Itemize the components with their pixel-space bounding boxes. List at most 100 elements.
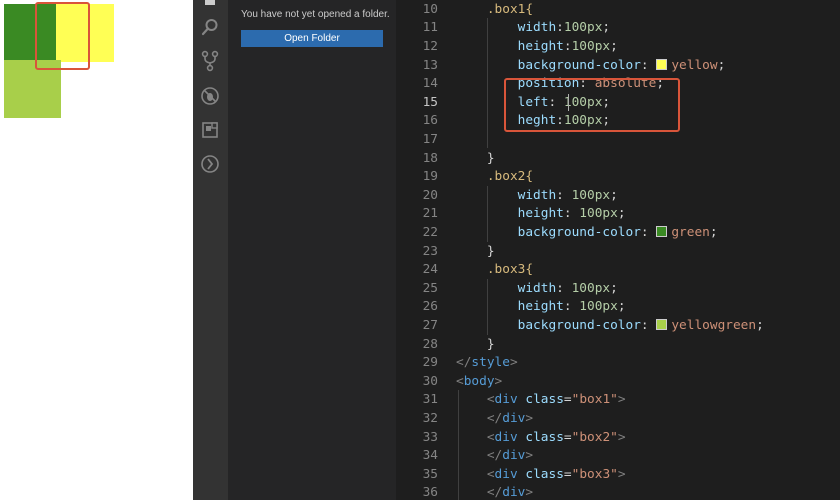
line-number: 15: [422, 94, 438, 110]
css-selector: .box2{: [486, 169, 534, 185]
line-number: 16: [422, 113, 438, 129]
line-code: height: 100px;: [456, 205, 626, 224]
html-tag: div: [494, 392, 518, 408]
indent-guide: [487, 186, 488, 242]
html-attribute-value: "box2": [571, 429, 618, 445]
closing-brace: }: [486, 336, 495, 352]
tag-bracket: </: [486, 448, 503, 464]
line-code: width:100px;: [456, 19, 611, 38]
code-punctuation: ;: [709, 224, 718, 240]
code-line: 32 </div>: [396, 410, 840, 429]
color-swatch[interactable]: [656, 225, 668, 237]
line-code: <div class="box2">: [456, 429, 626, 448]
line-code: }: [456, 243, 495, 262]
explorer-sidebar: You have not yet opened a folder. Open F…: [228, 0, 396, 500]
line-number: 19: [422, 169, 438, 185]
css-selector: .box3{: [486, 262, 534, 278]
tag-bracket: </: [486, 410, 503, 426]
search-icon[interactable]: [199, 16, 221, 38]
color-swatch[interactable]: [656, 58, 668, 70]
tag-bracket: >: [525, 410, 534, 426]
code-line: 23 }: [396, 243, 840, 262]
html-tag: style: [471, 355, 510, 371]
tag-bracket: <: [486, 429, 495, 445]
html-tag: body: [463, 373, 495, 389]
line-number: 18: [422, 150, 438, 166]
remote-icon[interactable]: [199, 153, 221, 175]
line-code: .box1{: [456, 1, 533, 20]
indent-guide: [458, 390, 459, 500]
line-code: </div>: [456, 410, 533, 429]
code-line: 30 <body>: [396, 373, 840, 392]
code-line: 21 height: 100px;: [396, 205, 840, 224]
code-punctuation: =: [563, 392, 572, 408]
code-punctuation: :: [640, 57, 657, 73]
browser-preview: [0, 0, 193, 500]
code-line: 20 width: 100px;: [396, 187, 840, 206]
line-number: 27: [422, 317, 438, 333]
code-punctuation: :: [556, 187, 572, 203]
code-line: 26 height: 100px;: [396, 298, 840, 317]
code-line: 13 background-color: yellow;: [396, 57, 840, 76]
html-attribute-value: "box1": [571, 392, 618, 408]
line-code: </div>: [456, 447, 533, 466]
css-number: 100px: [579, 299, 618, 315]
line-code: <body>: [456, 373, 502, 392]
css-number: 100px: [571, 187, 611, 203]
code-editor[interactable]: 10 .box1{ 11 width:100px; 12 height:100px;…: [396, 0, 840, 500]
line-number: 14: [422, 76, 438, 92]
color-swatch[interactable]: [656, 318, 668, 330]
line-number: 26: [422, 299, 438, 315]
code-line: 12 height:100px;: [396, 38, 840, 57]
html-attribute: class: [525, 392, 564, 408]
line-code: background-color: green;: [456, 224, 718, 243]
code-punctuation: :: [640, 224, 657, 240]
line-number: 28: [422, 336, 438, 352]
line-number: 32: [422, 410, 438, 426]
code-punctuation: :: [563, 299, 580, 315]
css-number: 100px: [563, 20, 603, 36]
line-code: </style>: [456, 354, 518, 373]
code-punctuation: =: [563, 466, 572, 482]
line-number: 33: [422, 429, 438, 445]
line-number: 29: [422, 355, 438, 371]
code-line: 31 <div class="box1">: [396, 391, 840, 410]
css-property: width: [517, 187, 557, 203]
line-code: width: 100px;: [456, 280, 618, 299]
html-tag: div: [494, 429, 518, 445]
css-property: width: [517, 20, 557, 36]
closing-brace: }: [486, 150, 495, 166]
line-number: 22: [422, 224, 438, 240]
line-number: 20: [422, 187, 438, 203]
tag-bracket: <: [486, 392, 495, 408]
css-property: height: [517, 38, 564, 54]
code-punctuation: :: [640, 317, 657, 333]
code-line: 29 </style>: [396, 354, 840, 373]
html-tag: div: [494, 466, 518, 482]
line-code: </div>: [456, 484, 533, 503]
code-punctuation: ;: [617, 299, 626, 315]
line-number: 21: [422, 206, 438, 222]
line-number: 10: [422, 1, 438, 17]
tag-bracket: >: [617, 392, 626, 408]
code-line: 35 <div class="box3">: [396, 466, 840, 485]
code-line: 11 width:100px;: [396, 19, 840, 38]
css-property: width: [517, 280, 557, 296]
code-line: 27 background-color: yellowgreen;: [396, 317, 840, 336]
tag-bracket: >: [617, 429, 626, 445]
tag-bracket: <: [486, 466, 495, 482]
explorer-icon[interactable]: [199, 0, 221, 10]
code-annotation-box: [504, 78, 680, 132]
source-control-icon[interactable]: [199, 50, 221, 72]
code-line: 34 </div>: [396, 447, 840, 466]
open-folder-button[interactable]: Open Folder: [241, 30, 383, 47]
code-punctuation: :: [563, 38, 572, 54]
css-selector: .box1{: [486, 1, 534, 17]
line-code: height:100px;: [456, 38, 618, 57]
css-property: height: [517, 299, 564, 315]
css-number: 100px: [571, 280, 611, 296]
html-attribute-value: "box3": [571, 466, 618, 482]
extensions-icon[interactable]: [199, 119, 221, 141]
line-code: <div class="box1">: [456, 391, 626, 410]
debug-icon[interactable]: [199, 85, 221, 107]
